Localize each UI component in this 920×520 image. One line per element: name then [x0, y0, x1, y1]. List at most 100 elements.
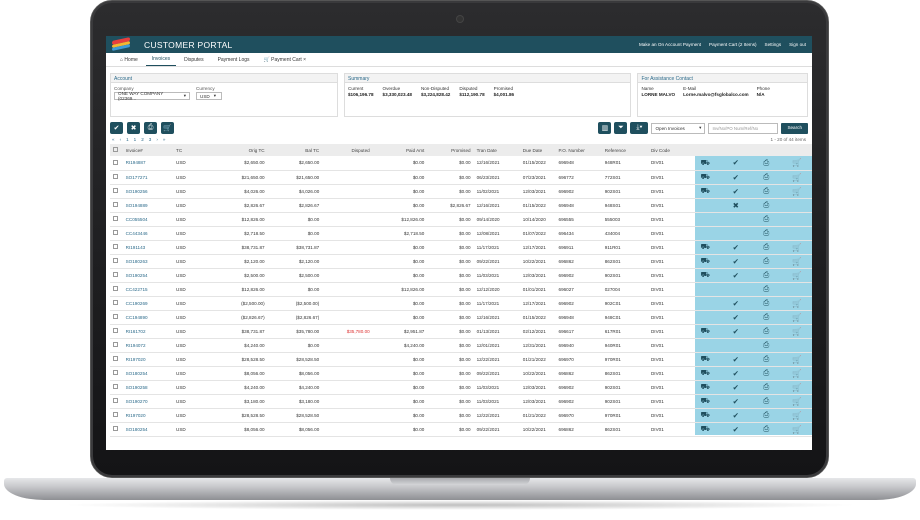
truck-icon[interactable]: ⛟: [690, 380, 720, 394]
row-checkbox[interactable]: [113, 342, 118, 347]
check-icon[interactable]: ✔: [720, 352, 750, 366]
cart-icon[interactable]: 🛒: [781, 394, 812, 408]
row-checkbox[interactable]: [113, 384, 118, 389]
row-checkbox[interactable]: [113, 356, 118, 361]
print-icon[interactable]: ⎙: [751, 240, 781, 254]
print-icon[interactable]: ⎙: [751, 198, 781, 212]
invoice-link[interactable]: SO190270: [123, 394, 173, 408]
truck-icon[interactable]: ⛟: [690, 254, 720, 268]
select-all-checkbox[interactable]: [113, 147, 118, 152]
tab-disputes[interactable]: Disputes: [178, 57, 209, 66]
next-page-button[interactable]: ›: [156, 137, 158, 142]
tab-invoices[interactable]: Invoices: [145, 56, 177, 66]
col-disputed[interactable]: Disputed: [322, 144, 372, 156]
row-checkbox[interactable]: [113, 272, 118, 277]
cart-icon[interactable]: 🛒: [781, 254, 812, 268]
search-button[interactable]: Search: [781, 122, 808, 134]
cart-icon[interactable]: 🛒: [781, 422, 812, 436]
cart-icon[interactable]: 🛒: [781, 240, 812, 254]
close-icon[interactable]: ×: [302, 57, 306, 63]
col-promised[interactable]: Promised: [427, 144, 473, 156]
check-icon[interactable]: ✔: [720, 170, 750, 184]
check-icon[interactable]: ✔: [720, 422, 750, 436]
truck-icon[interactable]: ⛟: [690, 170, 720, 184]
invoice-link[interactable]: SO194889: [123, 198, 173, 212]
print-icon[interactable]: ⎙: [751, 408, 781, 422]
print-icon[interactable]: ⎙: [751, 226, 781, 240]
company-select[interactable]: ONE WAY COMPANY (02369... ▾: [114, 91, 190, 101]
row-checkbox[interactable]: [113, 370, 118, 375]
invoice-link[interactable]: CC422715: [123, 282, 173, 296]
row-checkbox[interactable]: [113, 244, 118, 249]
invoice-link[interactable]: CC055504: [123, 212, 173, 226]
cart-icon[interactable]: 🛒: [781, 310, 812, 324]
print-icon[interactable]: ⎙: [751, 310, 781, 324]
prev-page-button[interactable]: ‹: [120, 137, 122, 142]
row-checkbox[interactable]: [113, 174, 118, 179]
col-invoice[interactable]: Invoice#: [123, 144, 173, 156]
check-icon[interactable]: ✔: [720, 268, 750, 282]
truck-icon[interactable]: ⛟: [690, 184, 720, 198]
check-icon[interactable]: ✔: [720, 156, 750, 170]
cart-icon[interactable]: 🛒: [781, 380, 812, 394]
tab-payment-cart[interactable]: 🛒 Payment Cart ×: [258, 57, 313, 66]
search-input[interactable]: Inv/No/PO Num/Ref/No: [708, 122, 779, 134]
check-icon[interactable]: ✔: [720, 408, 750, 422]
invoice-filter-select[interactable]: Open Invoices ▾: [651, 122, 706, 134]
invoice-link[interactable]: SO180263: [123, 254, 173, 268]
print-icon[interactable]: ⎙: [751, 380, 781, 394]
invoice-link[interactable]: RI194887: [123, 156, 173, 170]
print-icon[interactable]: ⎙: [751, 366, 781, 380]
cart-icon[interactable]: 🛒: [781, 156, 812, 170]
print-icon[interactable]: ⎙: [751, 296, 781, 310]
print-icon[interactable]: ⎙: [751, 394, 781, 408]
first-page-button[interactable]: «: [112, 137, 115, 142]
print-icon[interactable]: ⎙: [751, 422, 781, 436]
page-2[interactable]: 2: [141, 137, 144, 142]
select-all-button[interactable]: ✔: [110, 122, 123, 134]
invoice-link[interactable]: CC190269: [123, 296, 173, 310]
check-icon[interactable]: ✔: [720, 394, 750, 408]
row-checkbox[interactable]: [113, 230, 118, 235]
print-icon[interactable]: ⎙: [751, 352, 781, 366]
col-reference[interactable]: Reference: [602, 144, 648, 156]
clear-selection-button[interactable]: ✖: [127, 122, 140, 134]
print-icon[interactable]: ⎙: [751, 268, 781, 282]
check-icon[interactable]: ✔: [720, 324, 750, 338]
truck-icon[interactable]: ⛟: [690, 324, 720, 338]
columns-button[interactable]: ▥: [598, 122, 612, 134]
payment-cart-link[interactable]: Payment Cart (2 Items): [709, 42, 756, 47]
print-icon[interactable]: ⎙: [751, 338, 781, 352]
truck-icon[interactable]: ⛟: [690, 240, 720, 254]
invoice-link[interactable]: SO190256: [123, 184, 173, 198]
col-paid-amt[interactable]: Paid Amt: [373, 144, 428, 156]
cart-icon[interactable]: 🛒: [781, 184, 812, 198]
invoice-link[interactable]: SO190258: [123, 380, 173, 394]
check-icon[interactable]: ✔: [720, 380, 750, 394]
col-div-code[interactable]: Div Code: [648, 144, 690, 156]
truck-icon[interactable]: ⛟: [690, 394, 720, 408]
invoice-link[interactable]: SO190254: [123, 268, 173, 282]
truck-icon[interactable]: ⛟: [690, 422, 720, 436]
col-due-date[interactable]: Due Date: [520, 144, 556, 156]
row-checkbox[interactable]: [113, 426, 118, 431]
invoice-link[interactable]: SO180254: [123, 422, 173, 436]
invoice-link[interactable]: CC443446: [123, 226, 173, 240]
cart-icon[interactable]: 🛒: [781, 366, 812, 380]
print-icon[interactable]: ⎙: [751, 184, 781, 198]
col-tran-date[interactable]: Tran Date: [474, 144, 520, 156]
on-account-payment-link[interactable]: Make an On Account Payment: [639, 42, 701, 47]
col-bal-tc[interactable]: Bal TC: [268, 144, 323, 156]
row-checkbox[interactable]: [113, 188, 118, 193]
page-1-alt[interactable]: 1: [134, 137, 137, 142]
cart-icon[interactable]: 🛒: [781, 170, 812, 184]
truck-icon[interactable]: ⛟: [690, 268, 720, 282]
truck-icon[interactable]: ⛟: [690, 156, 720, 170]
check-icon[interactable]: ✔: [720, 184, 750, 198]
row-checkbox[interactable]: [113, 286, 118, 291]
check-icon[interactable]: ✔: [720, 296, 750, 310]
check-icon[interactable]: ✔: [720, 310, 750, 324]
row-checkbox[interactable]: [113, 398, 118, 403]
invoice-link[interactable]: RI194072: [123, 338, 173, 352]
cart-icon[interactable]: 🛒: [781, 408, 812, 422]
